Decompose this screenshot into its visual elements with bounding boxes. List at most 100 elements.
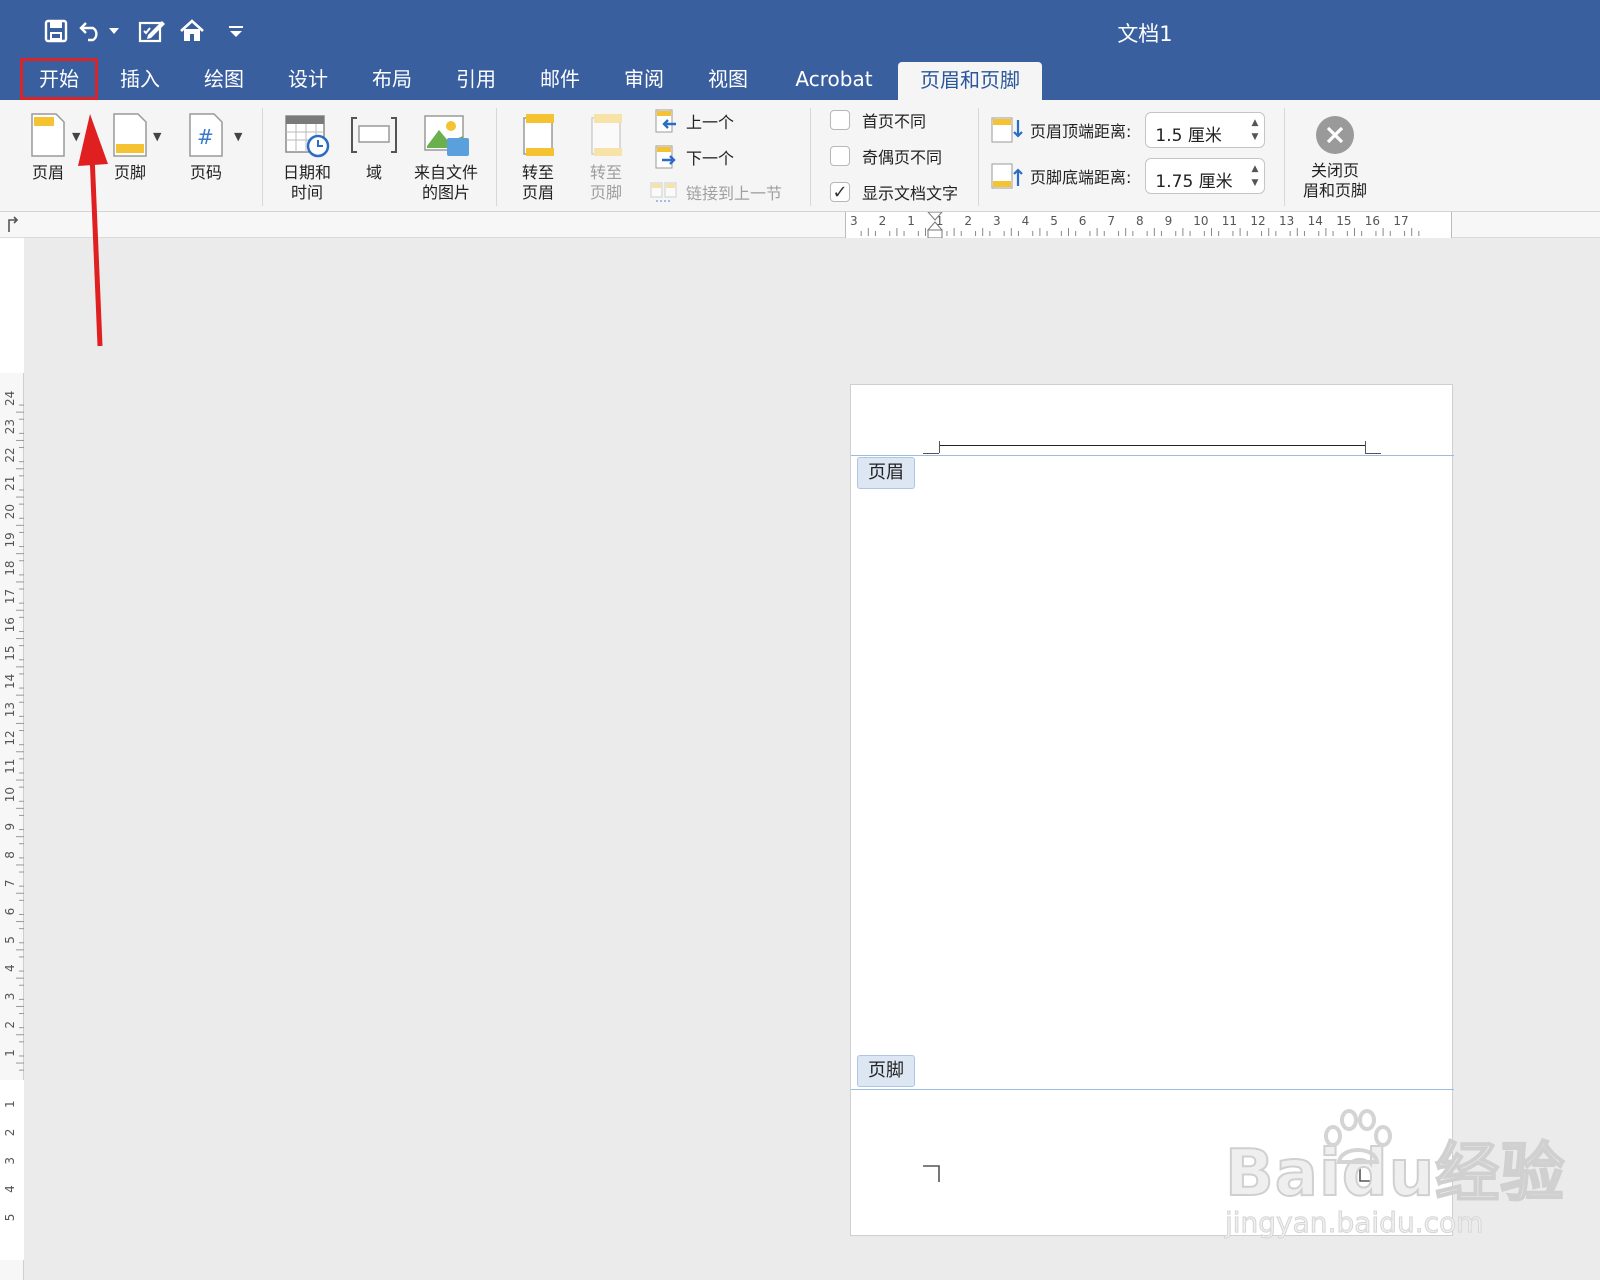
- footer-tag: 页脚: [857, 1055, 915, 1087]
- tab-mailings[interactable]: 邮件: [530, 58, 590, 100]
- ruler-tick-label: 6: [1079, 214, 1087, 228]
- close-icon: [1316, 116, 1354, 154]
- ruler-tick-label: 6: [3, 908, 17, 916]
- ruler-tick-label: 14: [1308, 214, 1323, 228]
- link-to-previous-icon: [650, 182, 677, 202]
- ruler-tick-label: 5: [1050, 214, 1058, 228]
- previous-section-icon: [655, 109, 676, 133]
- next-section-icon: [655, 145, 676, 169]
- vertical-ruler[interactable]: 24 23 22 21 20 19 18 17 16 15 14 13 12 11 10 9 8 7 6 5 4 3 2 1 1…: [0, 238, 24, 1280]
- picture-icon: [424, 115, 469, 156]
- right-margin-mark: [1365, 441, 1366, 453]
- ruler-tick-label: 2: [3, 1129, 17, 1137]
- increment-arrow-icon[interactable]: ▲: [1251, 116, 1258, 130]
- header-tag: 页眉: [857, 457, 915, 489]
- footer-position-icon: [991, 163, 1023, 189]
- spinner-arrows[interactable]: ▲ ▼: [1251, 162, 1258, 190]
- header-text-line[interactable]: [939, 445, 1365, 446]
- tab-header-footer[interactable]: 页眉和页脚: [898, 62, 1042, 100]
- ruler-tick-label: 14: [3, 674, 17, 689]
- tab-home[interactable]: 开始: [20, 58, 98, 100]
- ruler-tick-label: 1: [3, 1100, 17, 1108]
- tab-view[interactable]: 视图: [698, 58, 758, 100]
- ruler-tick-label: 2: [879, 214, 887, 228]
- ribbon-separator: [262, 108, 263, 206]
- increment-arrow-icon[interactable]: ▲: [1251, 162, 1258, 176]
- ruler-tick-label: 5: [3, 936, 17, 944]
- ruler-tick-label: 12: [3, 730, 17, 745]
- ruler-tick-label: 17: [3, 589, 17, 604]
- horizontal-ruler[interactable]: 3 2 1 1 2 3 4 5 6 7 8 9 10 11 12 13 14 15 16 17: [845, 211, 1452, 239]
- tab-design[interactable]: 设计: [278, 58, 338, 100]
- tab-selector-icon[interactable]: [6, 216, 20, 234]
- ruler-tick-label: 9: [1165, 214, 1173, 228]
- ribbon-separator: [810, 108, 811, 206]
- go-to-header-button[interactable]: 转至 页眉: [510, 112, 566, 203]
- go-to-footer-button[interactable]: 转至 页脚: [578, 112, 634, 203]
- footer-bottom-distance-input[interactable]: 1.75 厘米 ▲ ▼: [1145, 158, 1266, 194]
- link-to-previous-button[interactable]: 链接到上一节: [650, 180, 782, 204]
- picture-from-file-button[interactable]: 来自文件 的图片: [410, 112, 482, 203]
- decrement-arrow-icon[interactable]: ▼: [1251, 130, 1258, 144]
- tab-draw[interactable]: 绘图: [194, 58, 254, 100]
- tab-references[interactable]: 引用: [446, 58, 506, 100]
- go-to-header-icon: [523, 114, 554, 156]
- spinner-arrows[interactable]: ▲ ▼: [1251, 116, 1258, 144]
- field-button[interactable]: 域: [348, 112, 400, 183]
- ruler-tick-label: 22: [3, 447, 17, 462]
- ruler-tick-label: 21: [3, 476, 17, 491]
- header-position-icon: [991, 117, 1023, 143]
- show-document-text-checkbox[interactable]: ✓ 显示文档文字: [830, 180, 958, 204]
- calendar-clock-icon: [285, 115, 330, 158]
- ruler-tick-label: 12: [1250, 214, 1265, 228]
- ruler-tick-label: 18: [3, 561, 17, 576]
- tab-acrobat[interactable]: Acrobat: [784, 58, 884, 100]
- annotation-arrow-icon: [78, 114, 108, 347]
- previous-button[interactable]: 上一个: [654, 108, 734, 134]
- corner-mark: [1365, 453, 1381, 454]
- ruler-tick-label: 4: [1022, 214, 1030, 228]
- footer-boundary-line: [851, 1089, 1454, 1090]
- header-boundary-line: [851, 455, 1454, 456]
- left-margin-mark: [939, 441, 940, 453]
- next-button[interactable]: 下一个: [654, 144, 734, 170]
- ruler-tick-label: 7: [3, 879, 17, 887]
- checkbox-box[interactable]: [830, 110, 850, 130]
- close-header-footer-button[interactable]: 关闭页 眉和页脚: [1298, 114, 1372, 201]
- ruler-tick-label: 10: [3, 787, 17, 802]
- checkbox-box[interactable]: [830, 146, 850, 166]
- ruler-tick-label: 13: [1279, 214, 1294, 228]
- ribbon-separator: [978, 108, 979, 206]
- page-number-dropdown-icon[interactable]: ▼: [234, 130, 242, 143]
- ruler-tick-label: 17: [1393, 214, 1408, 228]
- ruler-tick-label: 3: [850, 214, 858, 228]
- footer-bottom-distance-row: 页脚底端距离: 1.75 厘米 ▲ ▼: [990, 158, 1266, 194]
- different-first-page-checkbox[interactable]: 首页不同: [830, 108, 926, 132]
- ruler-tick-label: 1: [907, 214, 915, 228]
- ruler-tick-label: 8: [3, 851, 17, 859]
- header-top-distance-row: 页眉顶端距离: 1.5 厘米 ▲ ▼: [990, 112, 1266, 148]
- ribbon-tab-bar: 开始 插入 绘图 设计 布局 引用 邮件 审阅 视图 Acrobat 页眉和页脚: [0, 58, 1600, 100]
- ribbon-separator: [496, 108, 497, 206]
- header-top-distance-input[interactable]: 1.5 厘米 ▲ ▼: [1145, 112, 1266, 148]
- corner-mark: [923, 453, 939, 454]
- decrement-arrow-icon[interactable]: ▼: [1251, 176, 1258, 190]
- tab-insert[interactable]: 插入: [110, 58, 170, 100]
- footer-dropdown-icon[interactable]: ▼: [153, 130, 161, 143]
- date-time-button[interactable]: 日期和 时间: [278, 112, 336, 203]
- ruler-tick-label: 7: [1107, 214, 1115, 228]
- ruler-tick-label: 23: [3, 419, 17, 434]
- field-icon: [351, 117, 397, 153]
- tab-review[interactable]: 审阅: [614, 58, 674, 100]
- watermark-url: jingyan.baidu.com: [1224, 1206, 1484, 1239]
- ruler-tick-label: 13: [3, 702, 17, 717]
- ruler-tick-label: 4: [3, 964, 17, 972]
- ruler-tick-label: 1: [3, 1049, 17, 1057]
- tab-layout[interactable]: 布局: [362, 58, 422, 100]
- footer-corner-mark: [923, 1165, 940, 1182]
- different-odd-even-checkbox[interactable]: 奇偶页不同: [830, 144, 942, 168]
- ruler-tick-label: 8: [1136, 214, 1144, 228]
- page-number-button[interactable]: # 页码: [178, 112, 234, 183]
- checkbox-checked[interactable]: ✓: [830, 182, 850, 203]
- ruler-tick-label: 2: [3, 1021, 17, 1029]
